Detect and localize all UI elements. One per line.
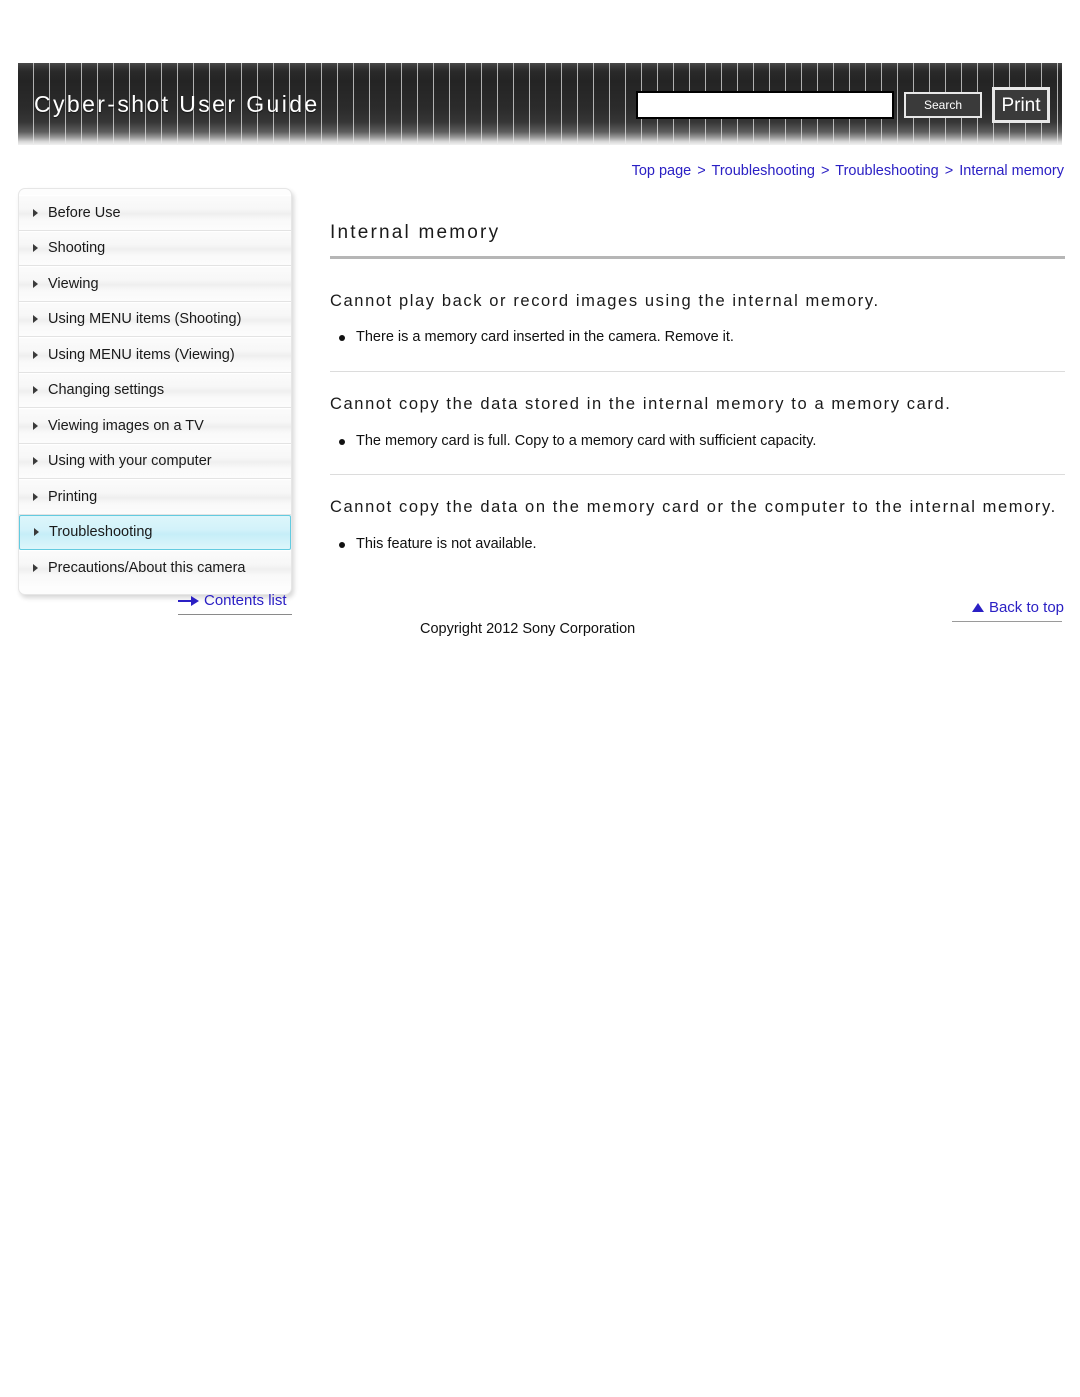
section-divider — [330, 371, 1065, 373]
breadcrumb-item-top-page[interactable]: Top page — [632, 163, 692, 179]
main-content: Internal memory Cannot play back or reco… — [330, 222, 1065, 559]
sidebar-item-using-menu-items-viewing[interactable]: Using MENU items (Viewing) — [19, 337, 291, 373]
search-button[interactable]: Search — [904, 92, 982, 118]
sidebar-item-label: Shooting — [48, 240, 106, 257]
sidebar-item-viewing-images-on-a-tv[interactable]: Viewing images on a TV — [19, 408, 291, 444]
section-bullet-list: This feature is not available. — [330, 534, 1065, 556]
sidebar-item-label: Before Use — [48, 204, 121, 221]
sidebar-item-using-menu-items-shooting[interactable]: Using MENU items (Shooting) — [19, 301, 291, 337]
list-item: There is a memory card inserted in the c… — [330, 327, 1065, 349]
sidebar-item-using-with-your-computer[interactable]: Using with your computer — [19, 443, 291, 479]
triangle-right-icon — [33, 421, 38, 430]
triangle-right-icon — [33, 350, 38, 359]
sidebar-item-label: Using MENU items (Viewing) — [48, 346, 235, 363]
section-heading: Cannot copy the data on the memory card … — [330, 498, 1057, 517]
section-heading: Cannot play back or record images using … — [330, 292, 880, 310]
sidebar-item-label: Using MENU items (Shooting) — [48, 311, 242, 328]
print-button[interactable]: Print — [992, 87, 1050, 123]
arrow-right-icon — [178, 595, 200, 607]
section-divider — [330, 474, 1065, 476]
site-header: Cyber-shot User Guide Search Print — [18, 63, 1062, 145]
sidebar-item-viewing[interactable]: Viewing — [19, 266, 291, 302]
section-bullet-list: There is a memory card inserted in the c… — [330, 327, 1065, 349]
triangle-right-icon — [34, 528, 39, 537]
triangle-right-icon — [33, 492, 38, 501]
back-to-top-label: Back to top — [988, 599, 1064, 616]
list-item: The memory card is full. Copy to a memor… — [330, 431, 1065, 453]
list-item: This feature is not available. — [330, 534, 1065, 556]
breadcrumb: Top page > Troubleshooting > Troubleshoo… — [632, 163, 1064, 179]
contents-list-label: Contents list — [204, 592, 287, 609]
sidebar-item-label: Viewing images on a TV — [48, 417, 204, 434]
sidebar-item-label: Precautions/About this camera — [48, 560, 246, 577]
breadcrumb-separator: > — [944, 163, 954, 179]
sidebar-item-label: Troubleshooting — [49, 524, 153, 541]
sidebar-item-label: Using with your computer — [48, 453, 212, 470]
sidebar-nav: Before Use Shooting Viewing Using MENU i… — [18, 188, 292, 595]
copyright-text: Copyright 2012 Sony Corporation — [420, 621, 636, 637]
contents-list-link[interactable]: Contents list — [178, 592, 287, 609]
breadcrumb-separator: > — [697, 163, 706, 179]
sidebar-item-printing[interactable]: Printing — [19, 479, 291, 515]
breadcrumb-item-troubleshooting[interactable]: Troubleshooting — [712, 163, 815, 179]
triangle-up-icon — [971, 603, 984, 612]
sidebar-item-changing-settings[interactable]: Changing settings — [19, 372, 291, 408]
sidebar-item-shooting[interactable]: Shooting — [19, 230, 291, 266]
section-heading: Cannot copy the data stored in the inter… — [330, 395, 952, 414]
content-section: Cannot copy the data stored in the inter… — [330, 392, 1065, 452]
title-divider — [330, 256, 1065, 259]
sidebar-item-precautions-about-this-camera[interactable]: Precautions/About this camera — [19, 550, 291, 586]
sidebar-item-label: Viewing — [48, 275, 99, 292]
footer-divider — [952, 621, 1062, 622]
section-bullet-list: The memory card is full. Copy to a memor… — [330, 431, 1065, 453]
back-to-top-link[interactable]: Back to top — [971, 599, 1064, 616]
sidebar-item-troubleshooting[interactable]: Troubleshooting — [19, 514, 291, 550]
header-controls: Search Print — [636, 87, 1050, 123]
page-title: Internal memory — [330, 222, 501, 243]
sidebar-item-label: Printing — [48, 488, 98, 505]
site-title: Cyber-shot User Guide — [34, 91, 320, 117]
breadcrumb-item-troubleshooting-sub[interactable]: Troubleshooting — [835, 163, 938, 179]
triangle-right-icon — [33, 386, 38, 395]
sidebar-item-before-use[interactable]: Before Use — [19, 195, 291, 231]
triangle-right-icon — [33, 279, 38, 288]
triangle-right-icon — [33, 208, 38, 217]
breadcrumb-separator: > — [821, 163, 830, 179]
triangle-right-icon — [33, 564, 38, 573]
contents-list-underline — [178, 614, 292, 615]
search-input[interactable] — [636, 91, 894, 119]
breadcrumb-item-internal-memory[interactable]: Internal memory — [959, 163, 1064, 179]
sidebar-item-label: Changing settings — [48, 382, 165, 399]
content-section: Cannot copy the data on the memory card … — [330, 495, 1065, 555]
content-section: Cannot play back or record images using … — [330, 289, 1065, 349]
triangle-right-icon — [33, 315, 38, 324]
triangle-right-icon — [33, 244, 38, 253]
triangle-right-icon — [33, 457, 38, 466]
